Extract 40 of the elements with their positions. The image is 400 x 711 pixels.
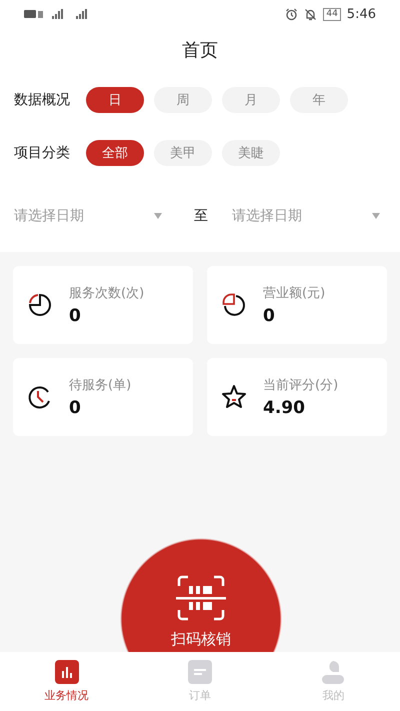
stat-value: 0 — [69, 306, 82, 326]
page-title: 首页 — [0, 28, 400, 80]
stat-label: 服务次数(次) — [69, 285, 144, 302]
pie-chart-icon — [221, 292, 247, 318]
nav-tab[interactable]: 订单 — [133, 652, 267, 711]
clock-time: 5:46 — [346, 6, 376, 22]
stat-value: 0 — [263, 306, 276, 326]
stat-value: 4.90 — [263, 398, 306, 418]
pie-chart-icon — [27, 292, 53, 318]
date-picker[interactable]: 请选择日期 — [232, 207, 386, 225]
stat-value: 0 — [69, 398, 82, 418]
date-placeholder: 请选择日期 — [232, 207, 302, 225]
filter-chip[interactable]: 美甲 — [154, 140, 212, 166]
filter-chip[interactable]: 全部 — [86, 140, 144, 166]
range-separator: 至 — [194, 207, 208, 225]
filter-chip[interactable]: 日 — [86, 87, 144, 113]
stat-label: 当前评分(分) — [263, 377, 338, 394]
scan-icon — [175, 574, 227, 622]
nav-tab[interactable]: 业务情况 — [0, 652, 134, 711]
document-icon — [188, 660, 212, 684]
battery-level: 44 — [326, 8, 338, 20]
chart-icon — [54, 660, 79, 684]
filter-chip[interactable]: 周 — [154, 87, 212, 113]
filter-label: 数据概况 — [14, 91, 71, 109]
alarm-icon — [285, 8, 298, 20]
date-placeholder: 请选择日期 — [14, 207, 84, 225]
filter-label: 项目分类 — [14, 144, 71, 162]
filter-chip[interactable]: 年 — [290, 87, 348, 113]
filter-chip[interactable]: 月 — [222, 87, 280, 113]
bell-muted-icon — [304, 8, 318, 20]
stat-label: 待服务(单) — [69, 377, 132, 394]
star-icon — [221, 384, 247, 410]
nav-tab[interactable]: 我的 — [266, 652, 400, 711]
person-icon — [321, 660, 346, 684]
stat-label: 营业额(元) — [263, 285, 326, 302]
caret-icon — [154, 213, 162, 219]
caret-icon — [372, 213, 380, 219]
filter-chip[interactable]: 美睫 — [222, 140, 280, 166]
scan-button[interactable]: 扫码核销 — [120, 538, 282, 652]
date-picker[interactable]: 请选择日期 — [14, 207, 168, 225]
